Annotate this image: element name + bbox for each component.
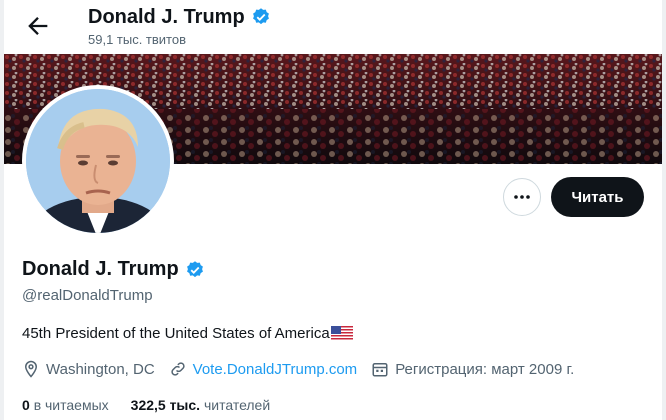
profile-stats: 0 в читаемых 322,5 тыс. читателей xyxy=(22,397,288,413)
following-count: 0 xyxy=(22,397,30,413)
profile-header: Donald J. Trump 59,1 тыс. твитов xyxy=(4,0,662,54)
profile-avatar[interactable] xyxy=(22,85,174,237)
back-arrow-icon[interactable] xyxy=(24,12,52,40)
following-label: в читаемых xyxy=(33,397,109,413)
header-title: Donald J. Trump xyxy=(88,5,271,29)
followers-count: 322,5 тыс. xyxy=(130,397,201,413)
location-pin-icon xyxy=(24,360,38,378)
following-stat[interactable]: 0 в читаемых xyxy=(22,397,109,413)
link-icon xyxy=(171,362,185,376)
profile-page: Donald J. Trump 59,1 тыс. твитов Читать … xyxy=(0,0,666,420)
website-item[interactable]: Vote.DonaldJTrump.com xyxy=(169,360,358,378)
verified-badge-icon xyxy=(186,260,203,277)
calendar-icon xyxy=(372,363,388,377)
avatar-portrait-image xyxy=(26,89,170,233)
bio-text: 45th President of the United States of A… xyxy=(22,325,330,342)
profile-handle: @realDonaldTrump xyxy=(22,287,153,304)
more-dots-icon xyxy=(514,195,530,199)
followers-stat[interactable]: 322,5 тыс. читателей xyxy=(131,397,271,413)
profile-bio: 45th President of the United States of A… xyxy=(22,325,353,342)
header-name: Donald J. Trump xyxy=(88,6,245,28)
verified-badge-icon xyxy=(252,8,269,25)
profile-meta: Washington, DC Vote.DonaldJTrump.com Рег… xyxy=(22,360,588,378)
us-flag-icon xyxy=(330,326,353,341)
follow-button[interactable]: Читать xyxy=(551,177,644,217)
profile-name: Donald J. Trump xyxy=(22,258,179,280)
followers-label: читателей xyxy=(203,397,271,413)
location-item: Washington, DC xyxy=(22,360,155,378)
tweet-count: 59,1 тыс. твитов xyxy=(88,32,187,47)
joined-item: Регистрация: март 2009 г. xyxy=(371,360,574,378)
profile-name-row: Donald J. Trump xyxy=(22,258,205,281)
joined-text: Регистрация: март 2009 г. xyxy=(395,360,575,378)
location-text: Washington, DC xyxy=(46,360,155,378)
website-link[interactable]: Vote.DonaldJTrump.com xyxy=(193,361,358,378)
more-options-button[interactable] xyxy=(503,178,541,216)
right-edge xyxy=(662,0,666,420)
